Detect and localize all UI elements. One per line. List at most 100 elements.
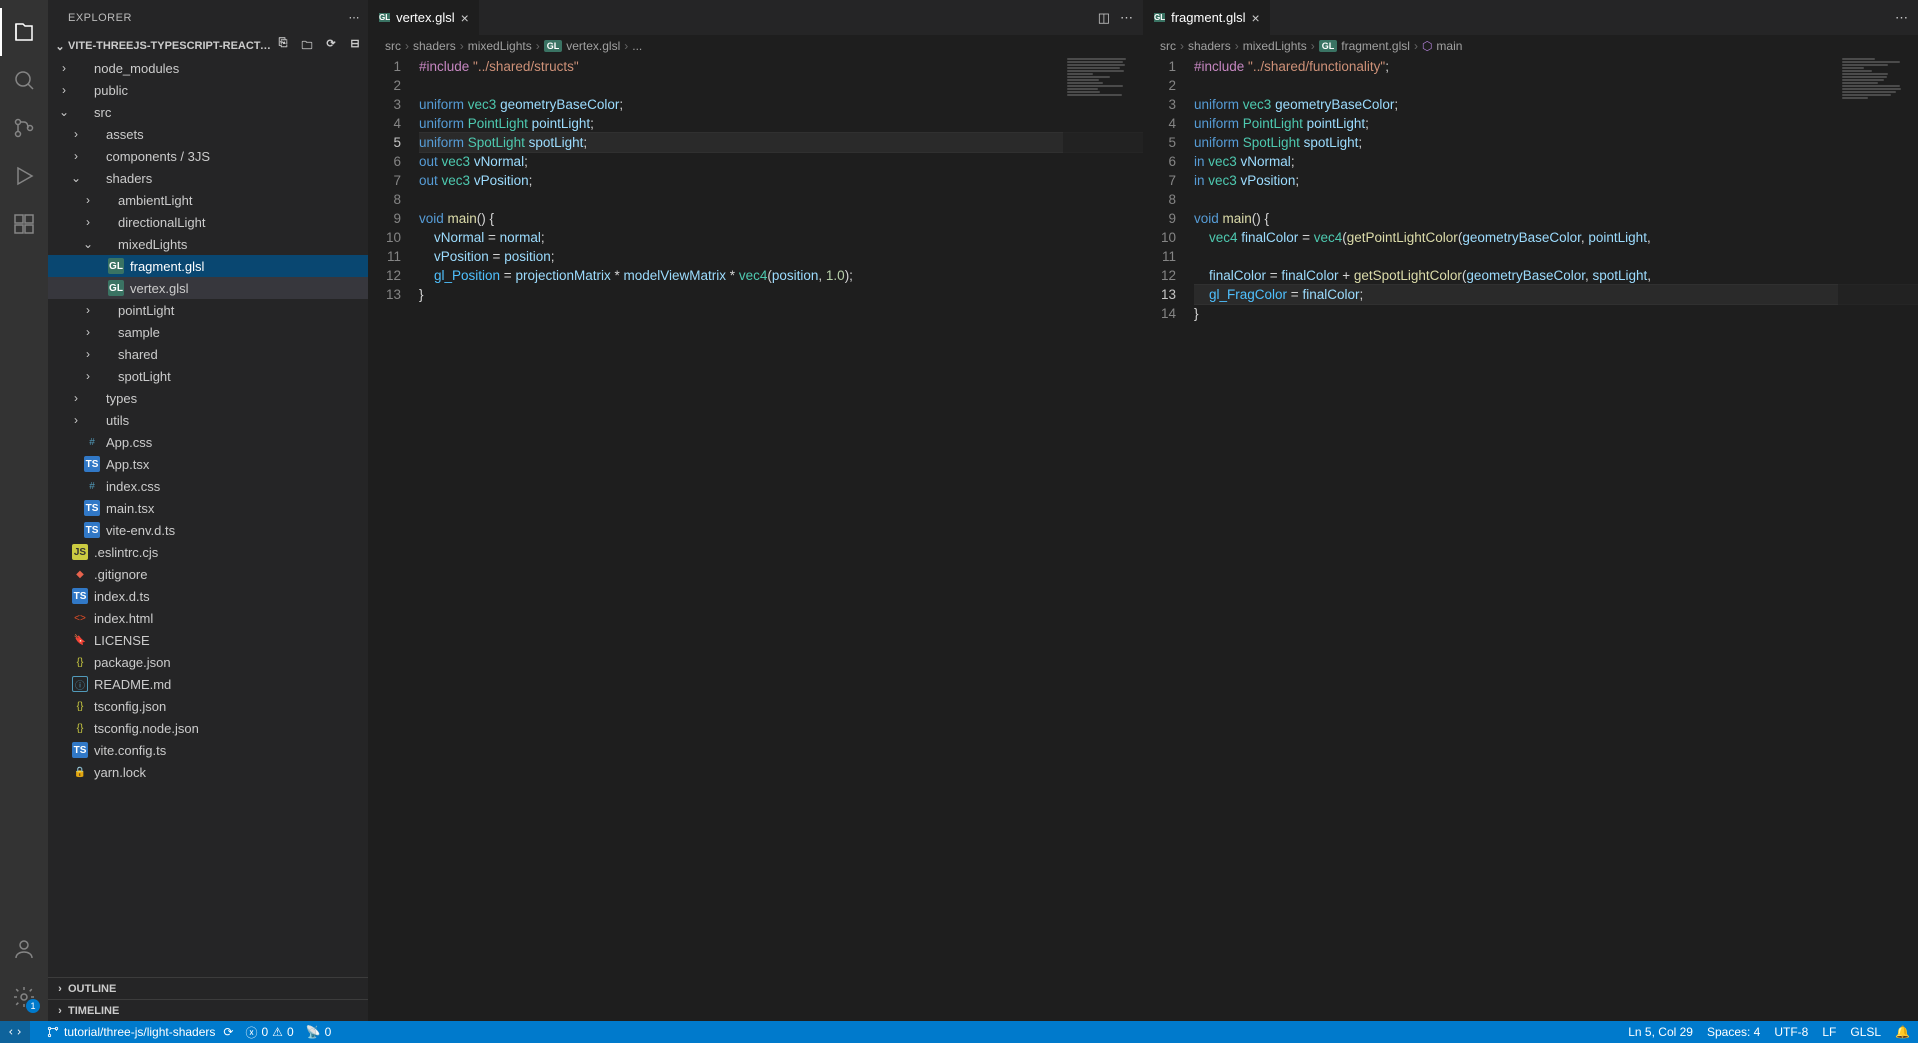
split-editor-icon[interactable]: ◫ (1098, 10, 1110, 26)
code-line[interactable]: out vec3 vNormal; (419, 152, 1143, 171)
new-file-icon[interactable]: ⎘ (274, 37, 292, 56)
breadcrumb-item[interactable]: src (385, 39, 401, 53)
new-folder-icon[interactable]: 🗀 (298, 37, 316, 56)
tree-item[interactable]: ⌄src (48, 101, 368, 123)
code-line[interactable]: #include "../shared/structs" (419, 57, 1143, 76)
close-icon[interactable]: × (461, 10, 469, 26)
code-content[interactable]: #include "../shared/functionality"; unif… (1194, 57, 1918, 1021)
notifications-icon[interactable]: 🔔 (1895, 1025, 1910, 1039)
breadcrumb[interactable]: src›shaders›mixedLights›GLvertex.glsl›..… (369, 35, 1143, 57)
tree-item[interactable]: TSvite-env.d.ts (48, 519, 368, 541)
tree-item[interactable]: ›types (48, 387, 368, 409)
extensions-icon[interactable] (0, 200, 48, 248)
code-line[interactable]: void main() { (1194, 209, 1918, 228)
close-icon[interactable]: × (1252, 10, 1260, 26)
project-header[interactable]: ⌄ VITE-THREEJS-TYPESCRIPT-REACT-GLSL-STA… (48, 35, 368, 57)
code-line[interactable]: vec4 finalColor = vec4(getPointLightColo… (1194, 228, 1918, 247)
ports[interactable]: 📡0 (306, 1025, 332, 1039)
breadcrumb-item[interactable]: fragment.glsl (1341, 39, 1410, 53)
code-line[interactable]: uniform vec3 geometryBaseColor; (1194, 95, 1918, 114)
tree-item[interactable]: ›shared (48, 343, 368, 365)
code-line[interactable]: uniform SpotLight spotLight; (419, 133, 1143, 152)
git-branch[interactable]: tutorial/three-js/light-shaders⟳ (46, 1025, 233, 1039)
code-line[interactable]: uniform vec3 geometryBaseColor; (419, 95, 1143, 114)
code-editor[interactable]: 1234567891011121314#include "../shared/f… (1144, 57, 1918, 1021)
tree-item[interactable]: {}package.json (48, 651, 368, 673)
more-icon[interactable]: ⋯ (1895, 10, 1908, 26)
timeline-header[interactable]: › TIMELINE (48, 999, 368, 1021)
tree-item[interactable]: ›ambientLight (48, 189, 368, 211)
editor-tab[interactable]: GLvertex.glsl× (369, 0, 480, 35)
code-line[interactable] (1194, 76, 1918, 95)
source-control-icon[interactable] (0, 104, 48, 152)
tree-item[interactable]: <>index.html (48, 607, 368, 629)
tree-item[interactable]: ›utils (48, 409, 368, 431)
tree-item[interactable]: GLfragment.glsl (48, 255, 368, 277)
code-line[interactable]: } (419, 285, 1143, 304)
tree-item[interactable]: ›components / 3JS (48, 145, 368, 167)
tree-item[interactable]: ⌄mixedLights (48, 233, 368, 255)
code-line[interactable]: vPosition = position; (419, 247, 1143, 266)
search-icon[interactable] (0, 56, 48, 104)
refresh-icon[interactable]: ⟳ (322, 37, 340, 56)
eol[interactable]: LF (1822, 1025, 1836, 1039)
code-line[interactable]: uniform SpotLight spotLight; (1194, 133, 1918, 152)
code-line[interactable] (1194, 247, 1918, 266)
outline-header[interactable]: › OUTLINE (48, 977, 368, 999)
tree-item[interactable]: ›directionalLight (48, 211, 368, 233)
sync-icon[interactable]: ⟳ (223, 1025, 233, 1039)
tree-item[interactable]: TSApp.tsx (48, 453, 368, 475)
tree-item[interactable]: JS.eslintrc.cjs (48, 541, 368, 563)
language-mode[interactable]: GLSL (1850, 1025, 1881, 1039)
breadcrumb-item[interactable]: vertex.glsl (566, 39, 620, 53)
code-line[interactable]: #include "../shared/functionality"; (1194, 57, 1918, 76)
editor-tab[interactable]: GLfragment.glsl× (1144, 0, 1271, 35)
tree-item[interactable]: #App.css (48, 431, 368, 453)
code-line[interactable]: out vec3 vPosition; (419, 171, 1143, 190)
tree-item[interactable]: ⌄shaders (48, 167, 368, 189)
breadcrumb-item[interactable]: src (1160, 39, 1176, 53)
code-line[interactable]: } (1194, 304, 1918, 323)
collapse-icon[interactable]: ⊟ (346, 37, 364, 56)
tree-item[interactable]: ›assets (48, 123, 368, 145)
code-line[interactable]: gl_FragColor = finalColor; (1194, 285, 1918, 304)
minimap[interactable] (1063, 57, 1143, 1021)
tree-item[interactable]: 🔒yarn.lock (48, 761, 368, 783)
code-line[interactable] (419, 190, 1143, 209)
settings-gear-icon[interactable]: 1 (0, 973, 48, 1021)
tree-item[interactable]: ›node_modules (48, 57, 368, 79)
breadcrumb-item[interactable]: main (1436, 39, 1462, 53)
code-line[interactable] (1194, 190, 1918, 209)
sidebar-more-icon[interactable]: ⋯ (349, 11, 361, 24)
cursor-position[interactable]: Ln 5, Col 29 (1628, 1025, 1693, 1039)
breadcrumb-item[interactable]: ... (632, 39, 642, 53)
breadcrumb-item[interactable]: mixedLights (468, 39, 532, 53)
tree-item[interactable]: ›spotLight (48, 365, 368, 387)
tree-item[interactable]: ›sample (48, 321, 368, 343)
indentation[interactable]: Spaces: 4 (1707, 1025, 1760, 1039)
tree-item[interactable]: ◆.gitignore (48, 563, 368, 585)
code-line[interactable]: gl_Position = projectionMatrix * modelVi… (419, 266, 1143, 285)
breadcrumb-item[interactable]: mixedLights (1243, 39, 1307, 53)
tree-item[interactable]: {}tsconfig.node.json (48, 717, 368, 739)
explorer-icon[interactable] (0, 8, 48, 56)
tree-item[interactable]: {}tsconfig.json (48, 695, 368, 717)
encoding[interactable]: UTF-8 (1774, 1025, 1808, 1039)
tree-item[interactable]: 🔖LICENSE (48, 629, 368, 651)
breadcrumb[interactable]: src›shaders›mixedLights›GLfragment.glsl›… (1144, 35, 1918, 57)
more-icon[interactable]: ⋯ (1120, 10, 1133, 26)
tree-item[interactable]: TSindex.d.ts (48, 585, 368, 607)
code-line[interactable] (419, 76, 1143, 95)
breadcrumb-item[interactable]: shaders (413, 39, 456, 53)
run-debug-icon[interactable] (0, 152, 48, 200)
code-editor[interactable]: 12345678910111213#include "../shared/str… (369, 57, 1143, 1021)
code-line[interactable]: finalColor = finalColor + getSpotLightCo… (1194, 266, 1918, 285)
code-line[interactable]: vNormal = normal; (419, 228, 1143, 247)
problems[interactable]: ⓧ0⚠0 (245, 1024, 293, 1041)
tree-item[interactable]: GLvertex.glsl (48, 277, 368, 299)
tree-item[interactable]: #index.css (48, 475, 368, 497)
accounts-icon[interactable] (0, 925, 48, 973)
tree-item[interactable]: TSvite.config.ts (48, 739, 368, 761)
code-line[interactable]: in vec3 vNormal; (1194, 152, 1918, 171)
code-content[interactable]: #include "../shared/structs" uniform vec… (419, 57, 1143, 1021)
